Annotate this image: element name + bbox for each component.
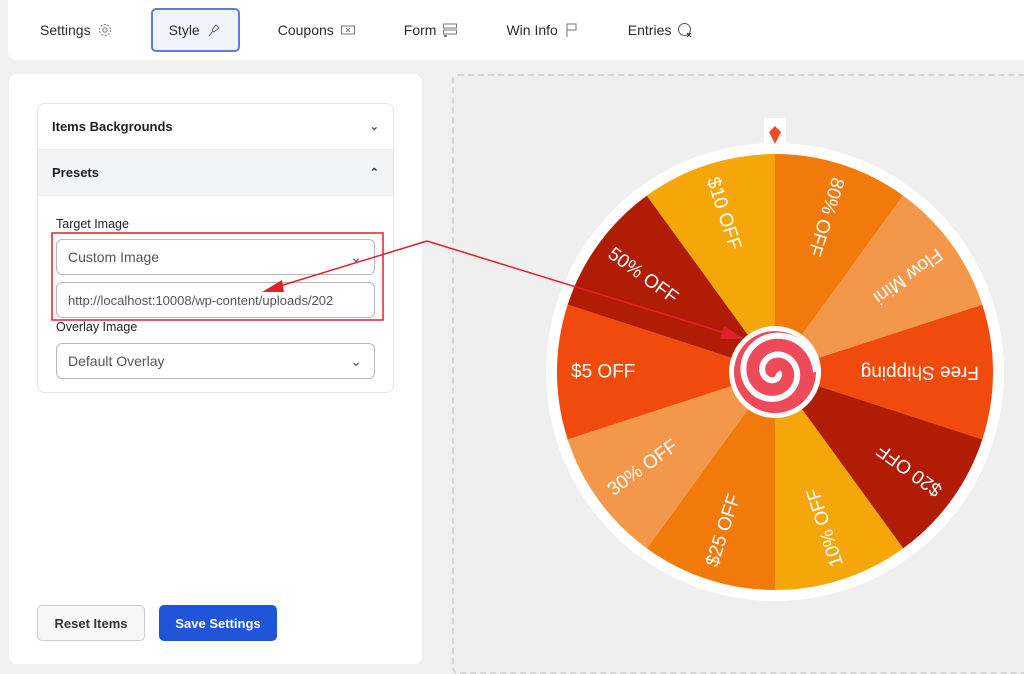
tab-label: Settings bbox=[40, 22, 91, 38]
chevron-down-icon: ⌄ bbox=[350, 248, 362, 265]
tab-label: Win Info bbox=[506, 22, 558, 38]
coupon-icon bbox=[340, 25, 355, 35]
brush-icon bbox=[208, 24, 220, 37]
entries-icon bbox=[678, 23, 692, 38]
tab-style[interactable]: Style bbox=[150, 8, 240, 52]
reset-items-button[interactable]: Reset Items bbox=[37, 605, 145, 641]
target-image-url-input[interactable]: http://localhost:10008/wp-content/upload… bbox=[56, 282, 375, 318]
tab-label: Coupons bbox=[277, 22, 334, 38]
accordion-presets[interactable]: Presets ⌃ bbox=[38, 150, 393, 196]
tab-win-info[interactable]: Win Info bbox=[496, 8, 589, 52]
gear-icon bbox=[98, 24, 111, 36]
overlay-image-label: Overlay Image bbox=[56, 320, 138, 334]
input-value: http://localhost:10008/wp-content/upload… bbox=[68, 292, 334, 308]
target-image-select[interactable]: Custom Image ⌄ bbox=[56, 239, 375, 275]
save-settings-button[interactable]: Save Settings bbox=[159, 605, 277, 641]
tab-entries[interactable]: Entries bbox=[618, 8, 704, 52]
flag-icon bbox=[566, 23, 577, 37]
select-value: Default Overlay bbox=[68, 353, 165, 369]
chevron-up-icon: ⌃ bbox=[369, 167, 379, 179]
tab-label: Style bbox=[168, 22, 200, 38]
chevron-down-icon: ⌄ bbox=[350, 352, 362, 369]
tab-label: Entries bbox=[627, 22, 672, 38]
tab-bar: Settings Style Coupons Form Win Info Ent… bbox=[8, 0, 1024, 60]
tab-coupons[interactable]: Coupons bbox=[268, 8, 366, 52]
settings-panel: Items Backgrounds ⌄ Presets ⌃ Target Image… bbox=[9, 74, 422, 664]
tab-form[interactable]: Form bbox=[394, 8, 469, 52]
tab-settings[interactable]: Settings bbox=[30, 8, 123, 52]
form-icon bbox=[443, 23, 458, 37]
target-image-label: Target Image bbox=[56, 217, 129, 231]
select-value: Custom Image bbox=[68, 249, 160, 265]
tab-label: Form bbox=[403, 22, 437, 38]
accordion-title: Presets bbox=[52, 165, 99, 180]
chevron-down-icon: ⌄ bbox=[369, 121, 379, 133]
wheel-preview-area bbox=[452, 74, 1024, 674]
accordion-items-backgrounds[interactable]: Items Backgrounds ⌄ bbox=[38, 104, 393, 150]
accordion-title: Items Backgrounds bbox=[52, 119, 173, 134]
overlay-image-select[interactable]: Default Overlay ⌄ bbox=[56, 343, 375, 379]
